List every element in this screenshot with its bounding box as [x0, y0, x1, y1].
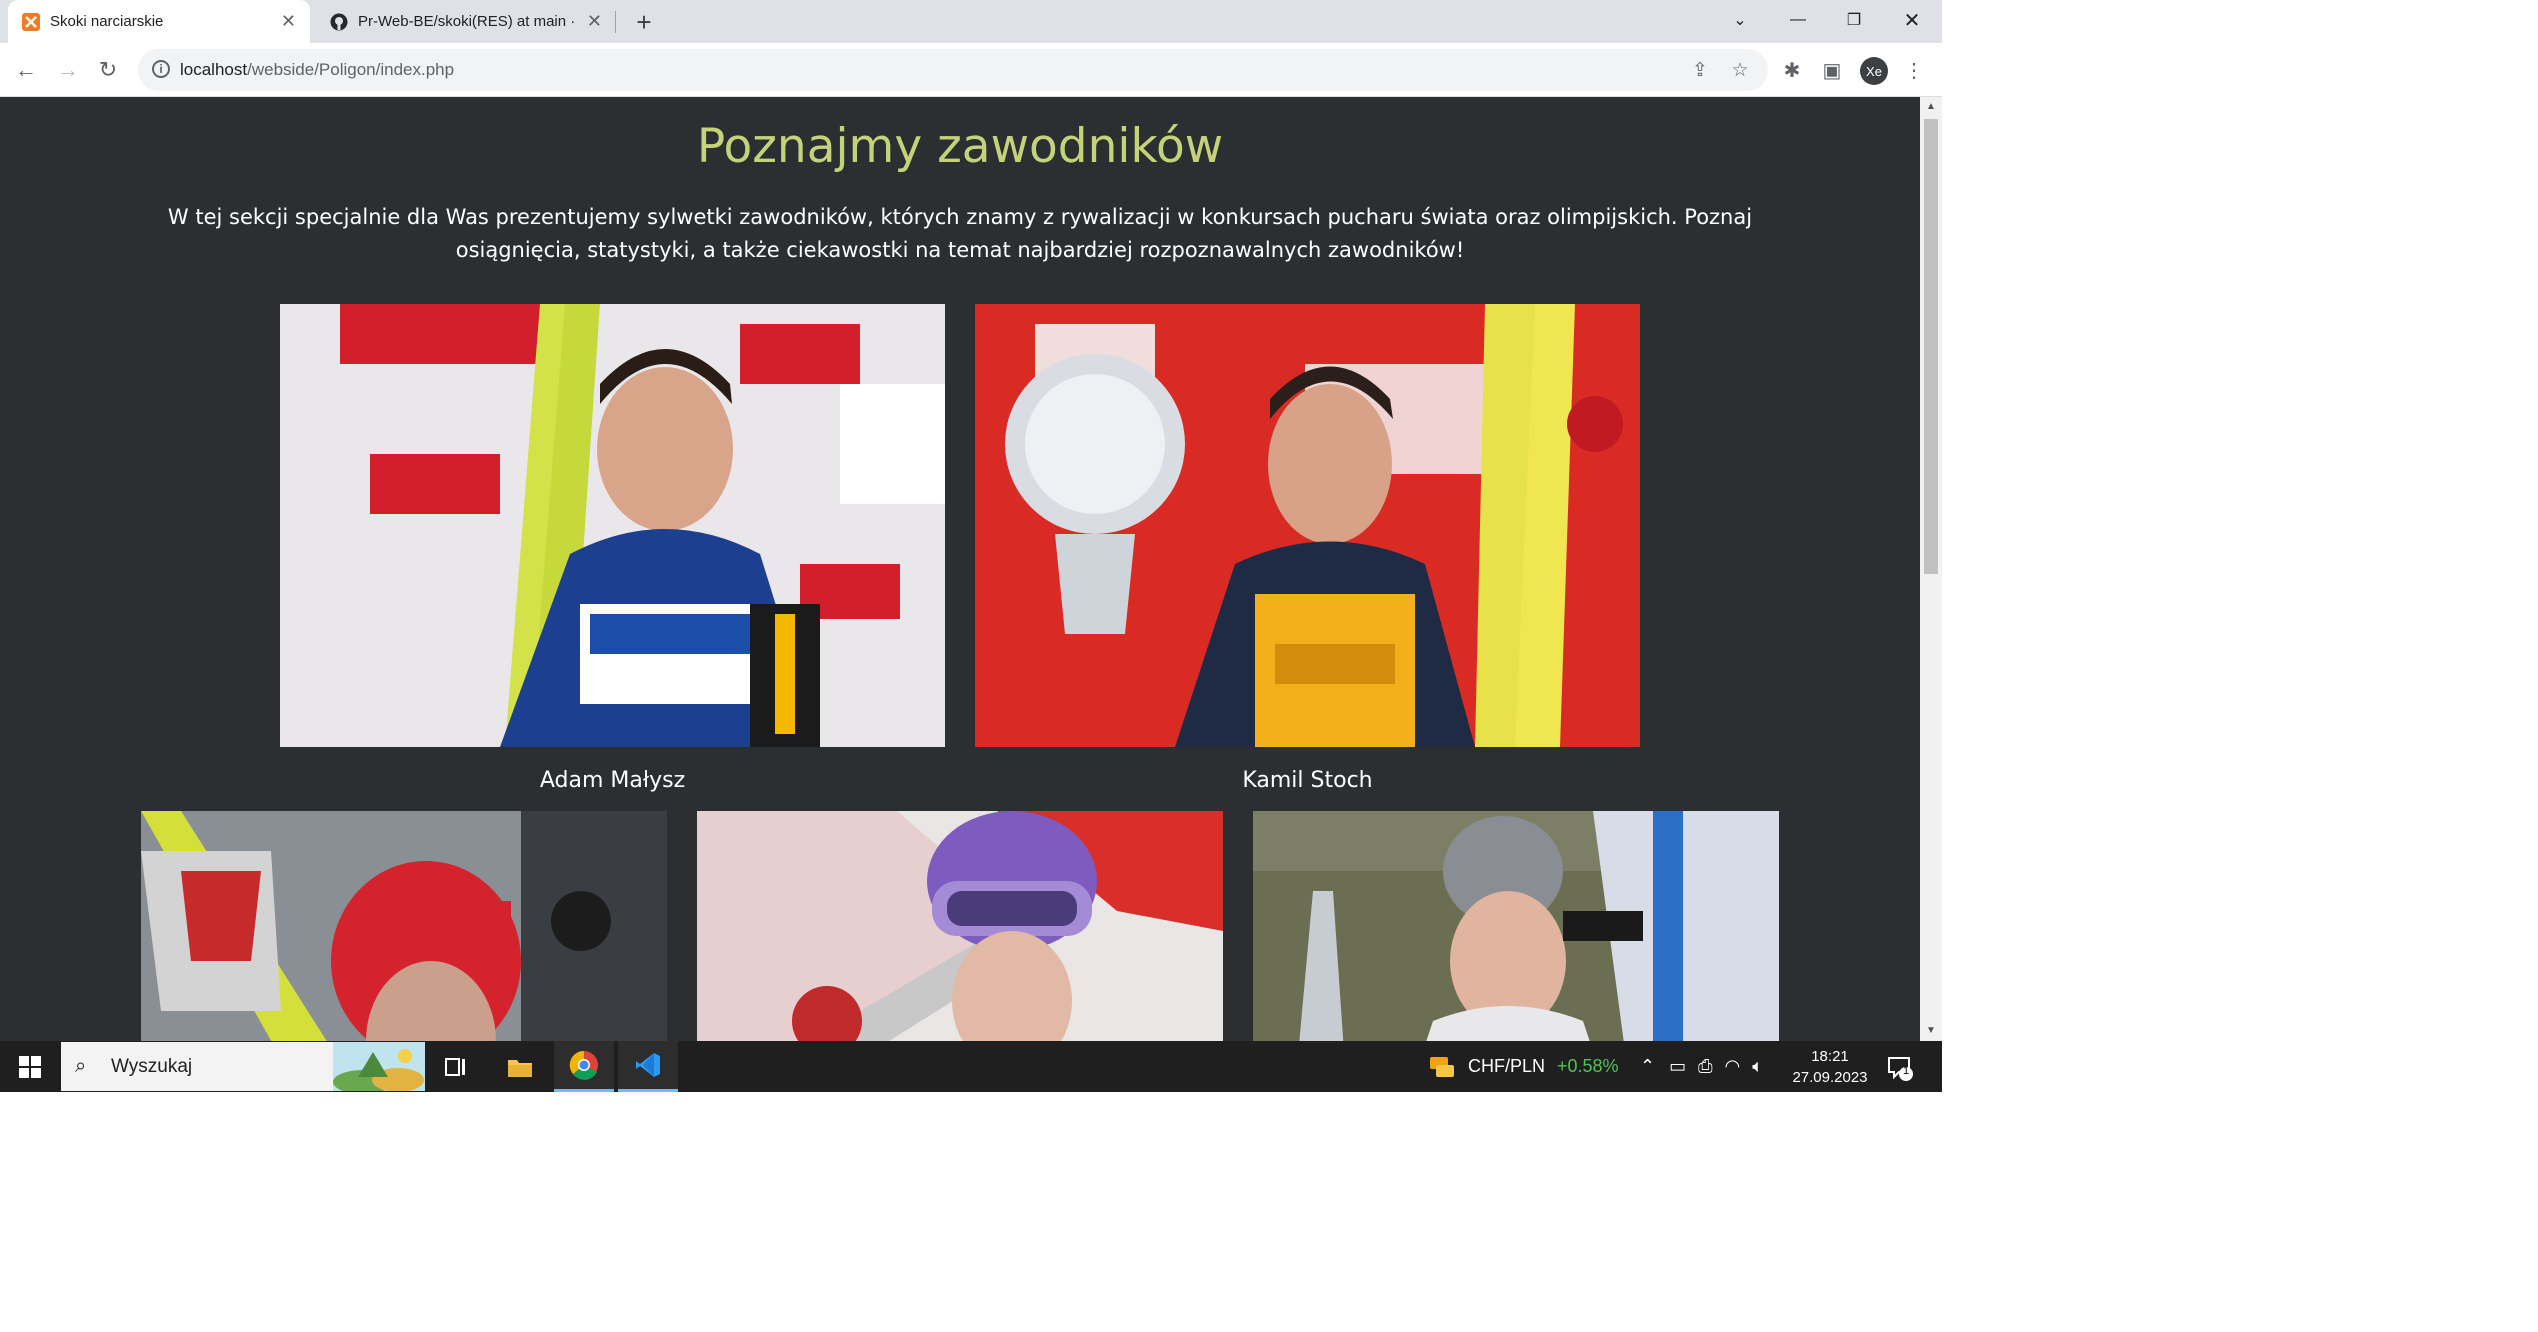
tab-title: Skoki narciarskie: [50, 13, 164, 30]
profile-avatar[interactable]: Xe: [1860, 57, 1888, 85]
search-placeholder: Wyszukaj: [111, 1056, 193, 1077]
back-arrow-icon[interactable]: ←: [10, 54, 42, 86]
scrollbar-thumb[interactable]: [1924, 119, 1938, 574]
new-tab-button[interactable]: +: [628, 6, 660, 38]
address-bar[interactable]: i localhost/webside/Poligon/index.php ⇪ …: [138, 49, 1768, 91]
volume-icon[interactable]: 🔈︎: [1752, 1056, 1763, 1077]
chrome-icon: [569, 1050, 598, 1080]
currency-change: +0.58%: [1557, 1056, 1619, 1076]
folder-icon: [508, 1059, 532, 1077]
taskbar-search-box[interactable]: ⌕ Wyszukaj: [61, 1042, 425, 1091]
athlete-photo-image: [141, 811, 667, 1041]
meet-now-icon[interactable]: ⎙: [1698, 1056, 1712, 1077]
restore-button[interactable]: ❐: [1826, 0, 1882, 40]
scroll-up-arrow-icon[interactable]: ▲: [1920, 97, 1942, 117]
reload-icon[interactable]: ↻: [92, 54, 124, 86]
task-view-button[interactable]: [426, 1041, 486, 1092]
intro-paragraph: W tej sekcji specjalnie dla Was prezentu…: [167, 205, 1753, 262]
athlete-card-4[interactable]: [697, 811, 1223, 1041]
close-window-button[interactable]: ✕: [1884, 0, 1940, 40]
screen: Skoki narciarskie ✕ Pr-Web-BE/skoki(RES)…: [0, 0, 1942, 1092]
search-highlight-illustration-icon: [333, 1042, 425, 1091]
task-view-icon: [445, 1057, 465, 1076]
athlete-name[interactable]: Adam Małysz: [280, 768, 945, 793]
close-tab-icon[interactable]: ✕: [587, 11, 602, 32]
show-hidden-icons-chevron-icon[interactable]: ⌃: [1640, 1056, 1655, 1077]
athlete-photo[interactable]: [141, 811, 667, 1041]
athlete-card-kamil-stoch[interactable]: Kamil Stoch: [975, 304, 1640, 794]
windows-taskbar: ⌕ Wyszukaj CHF/PLN +0.58% ⌃ ▭ ⎙ ◠ 🔈︎ 18:…: [0, 1041, 1942, 1092]
menu-kebab-icon[interactable]: ⋮: [1898, 54, 1930, 86]
browser-toolbar: ← → ↻ i localhost/webside/Poligon/index.…: [0, 43, 1942, 97]
page-scrollbar[interactable]: ▲ ▼: [1920, 97, 1942, 1041]
tab-strip: Skoki narciarskie ✕ Pr-Web-BE/skoki(RES)…: [0, 0, 1942, 43]
xampp-favicon-icon: [22, 12, 40, 31]
scroll-down-arrow-icon[interactable]: ▼: [1920, 1021, 1942, 1041]
windows-logo-icon: [19, 1055, 41, 1078]
currency-symbol: CHF/PLN: [1468, 1056, 1546, 1076]
github-favicon-icon: [330, 13, 348, 30]
url-host: localhost: [180, 60, 248, 79]
athlete-photo[interactable]: [1253, 811, 1779, 1041]
page-title: Poznajmy zawodników: [696, 119, 1224, 174]
notification-count: 1: [1902, 1065, 1910, 1077]
site-info-icon[interactable]: i: [152, 60, 170, 78]
athlete-photo-image: [697, 811, 1223, 1041]
minimize-button[interactable]: —: [1770, 0, 1826, 40]
athlete-photo[interactable]: [697, 811, 1223, 1041]
vscode-icon: [636, 1053, 660, 1077]
forward-arrow-icon[interactable]: →: [52, 54, 84, 86]
vscode-taskbar-button[interactable]: [618, 1041, 678, 1092]
clock-date: 27.09.2023: [1792, 1069, 1868, 1086]
athlete-photo[interactable]: [280, 304, 945, 747]
system-tray: ⌃ ▭ ⎙ ◠ 🔈︎: [1640, 1041, 1763, 1092]
url-path: /webside/Poligon/index.php: [247, 60, 455, 79]
start-button[interactable]: [0, 1041, 60, 1092]
currency-widget[interactable]: CHF/PLN +0.58%: [1428, 1041, 1619, 1092]
athlete-photo-image: [280, 304, 945, 747]
close-tab-icon[interactable]: ✕: [281, 11, 296, 32]
tab-search-chevron-icon[interactable]: ⌄: [1712, 0, 1768, 40]
athlete-photo[interactable]: [975, 304, 1640, 747]
system-clock[interactable]: 18:21 27.09.2023: [1790, 1046, 1870, 1088]
battery-icon[interactable]: ▭: [1669, 1056, 1686, 1077]
url-text[interactable]: localhost/webside/Poligon/index.php: [180, 60, 454, 80]
tab-skoki-narciarskie[interactable]: Skoki narciarskie ✕: [8, 0, 310, 43]
extensions-puzzle-icon[interactable]: ✱: [1776, 54, 1808, 86]
chrome-taskbar-button[interactable]: [554, 1041, 614, 1092]
athlete-card-3[interactable]: [141, 811, 667, 1041]
side-panel-icon[interactable]: ▣: [1816, 54, 1848, 86]
bookmark-star-icon[interactable]: ☆: [1728, 58, 1752, 82]
tab-github[interactable]: Pr-Web-BE/skoki(RES) at main · ✕: [316, 0, 616, 43]
share-icon[interactable]: ⇪: [1688, 58, 1712, 82]
athlete-photo-image: [975, 304, 1640, 747]
wifi-icon[interactable]: ◠: [1725, 1056, 1741, 1077]
tab-separator: [615, 11, 616, 33]
page-content: Poznajmy zawodników W tej sekcji specjal…: [0, 97, 1920, 1041]
athlete-photo-image: [1253, 811, 1779, 1041]
athlete-name[interactable]: Kamil Stoch: [975, 768, 1640, 793]
currency-exchange-icon: [1430, 1056, 1454, 1077]
tab-title: Pr-Web-BE/skoki(RES) at main ·: [358, 13, 576, 30]
file-explorer-button[interactable]: [490, 1041, 550, 1092]
athlete-card-adam-malysz[interactable]: Adam Małysz: [280, 304, 945, 794]
search-icon: ⌕: [75, 1055, 87, 1077]
athlete-card-5[interactable]: [1253, 811, 1779, 1041]
action-center-button[interactable]: 1: [1884, 1052, 1914, 1082]
clock-time: 18:21: [1811, 1048, 1849, 1065]
